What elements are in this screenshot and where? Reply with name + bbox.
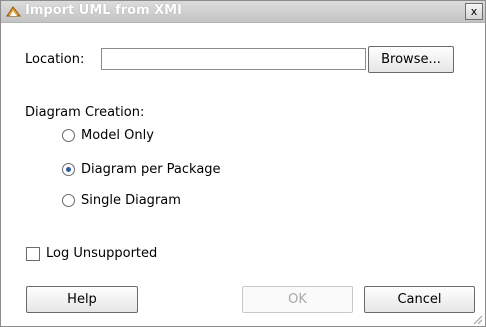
log-unsupported-label: Log Unsupported <box>46 246 158 261</box>
help-button[interactable]: Help <box>26 286 138 313</box>
radio-model-only[interactable]: Model Only <box>62 128 154 143</box>
location-input[interactable] <box>101 48 366 70</box>
close-button[interactable]: x <box>465 3 483 20</box>
radio-button[interactable] <box>62 129 75 142</box>
diagram-creation-label: Diagram Creation: <box>25 105 145 120</box>
radio-single-diagram[interactable]: Single Diagram <box>62 193 181 208</box>
window-title: Import UML from XMI <box>25 3 182 18</box>
radio-button[interactable] <box>62 194 75 207</box>
ok-button[interactable]: OK <box>242 286 353 313</box>
radio-diagram-per-package[interactable]: Diagram per Package <box>62 162 221 177</box>
radio-button-selected[interactable] <box>62 163 75 176</box>
import-icon <box>6 6 22 17</box>
radio-label: Diagram per Package <box>81 162 221 177</box>
close-icon: x <box>470 5 478 18</box>
browse-button[interactable]: Browse... <box>368 46 454 73</box>
cancel-button[interactable]: Cancel <box>364 286 475 313</box>
log-unsupported-checkbox[interactable] <box>26 246 40 261</box>
title-bar[interactable]: Import UML from XMI x <box>1 1 485 23</box>
radio-label: Model Only <box>81 128 154 143</box>
import-uml-dialog: Import UML from XMI x Location: Browse..… <box>0 0 486 327</box>
resize-grip-icon[interactable] <box>471 313 483 325</box>
location-label: Location: <box>25 52 85 67</box>
log-unsupported-row[interactable]: Log Unsupported <box>26 246 157 261</box>
radio-label: Single Diagram <box>81 193 181 208</box>
